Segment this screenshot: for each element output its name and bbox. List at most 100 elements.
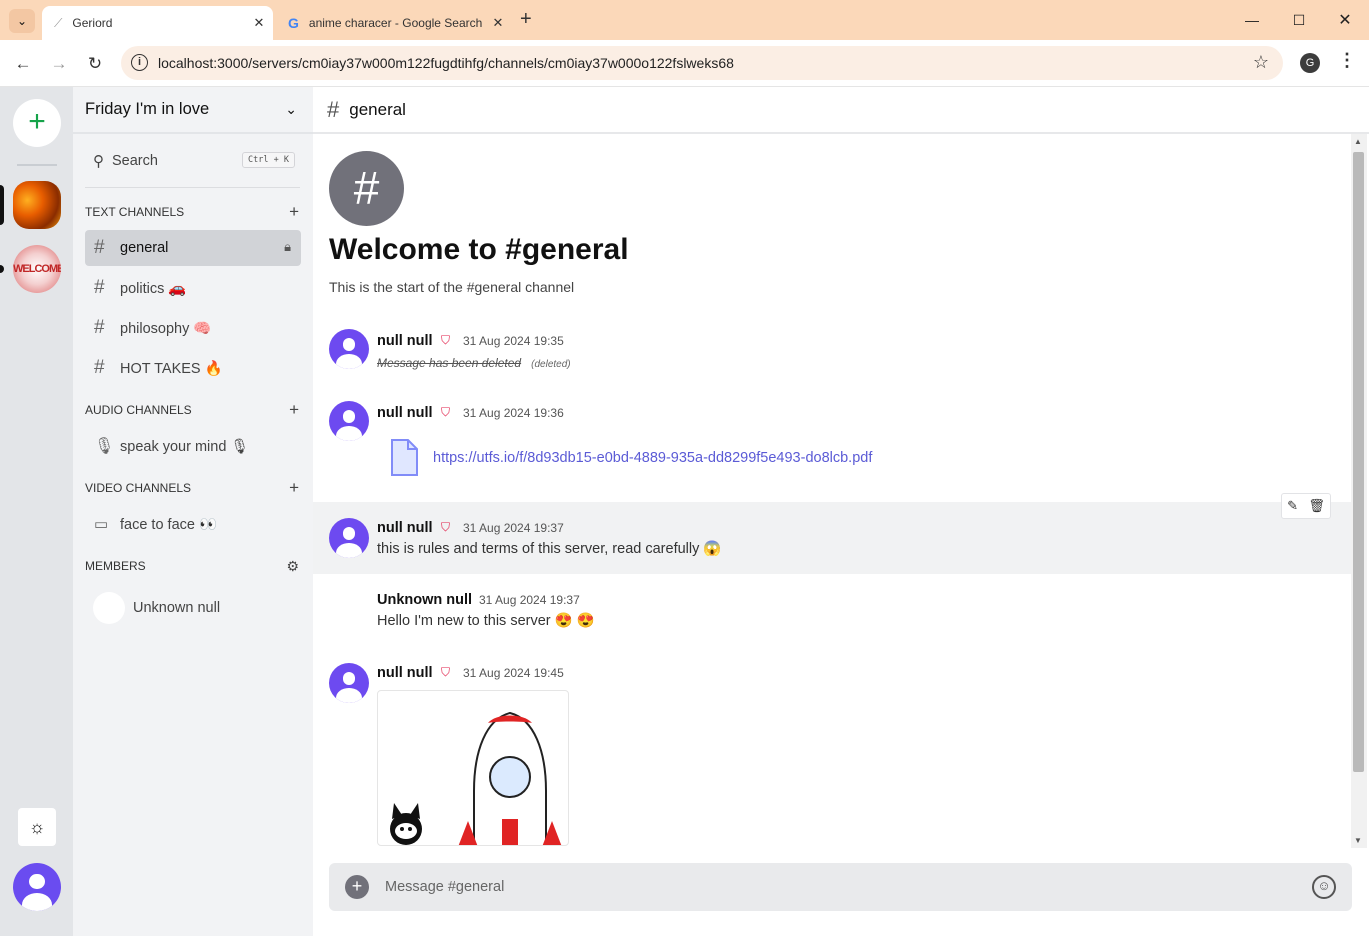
url-text: localhost:3000/servers/cm0iay37w000m122f… xyxy=(158,55,734,71)
server-rail: + WELCOME ☼ xyxy=(0,87,73,936)
scrollbar[interactable]: ▲ ▼ xyxy=(1351,134,1367,848)
scroll-down-icon[interactable]: ▼ xyxy=(1354,836,1362,845)
microphone-icon: 🎙︎ xyxy=(94,438,115,455)
welcome-title: Welcome to #general xyxy=(329,233,629,266)
theme-toggle-icon[interactable]: ☼ xyxy=(18,808,56,846)
scrollbar-thumb[interactable] xyxy=(1353,152,1364,772)
message[interactable]: Unknown null 31 Aug 2024 19:37 Hello I'm… xyxy=(313,592,1353,636)
server-icon-1[interactable] xyxy=(13,181,61,229)
message[interactable]: null null ⛉ 31 Aug 2024 19:37 this is ru… xyxy=(313,502,1353,574)
section-label: AUDIO CHANNELS xyxy=(85,403,192,417)
channel-general[interactable]: # general 🔒︎ xyxy=(85,230,301,266)
back-icon[interactable]: ← xyxy=(11,52,35,76)
tab-strip: ⌄ ⟋ Geriord ✕ G anime characer - Google … xyxy=(0,0,1369,40)
message-text: this is rules and terms of this server, … xyxy=(377,541,722,557)
search-icon: ⚲ xyxy=(93,153,104,170)
add-server-button[interactable]: + xyxy=(13,99,61,147)
add-channel-icon[interactable]: + xyxy=(289,202,299,222)
browser-menu-icon[interactable]: ⋮ xyxy=(1338,50,1356,71)
tab-favicon-icon: ⟋ xyxy=(54,15,63,30)
scroll-up-icon[interactable]: ▲ xyxy=(1354,137,1362,146)
close-tab-icon[interactable]: ✕ xyxy=(484,15,512,31)
author-name[interactable]: null null xyxy=(377,405,433,421)
channel-header: # general xyxy=(313,87,1369,134)
image-attachment[interactable] xyxy=(377,690,569,846)
tab-title: anime characer - Google Search xyxy=(308,16,483,30)
member-name: Unknown null xyxy=(133,600,221,616)
forward-icon[interactable]: → xyxy=(47,52,71,76)
channel-philosophy[interactable]: # philosophy 🧠 xyxy=(85,310,301,346)
server-icon-welcome[interactable]: WELCOME xyxy=(13,245,61,293)
section-text-channels: TEXT CHANNELS + xyxy=(85,202,301,222)
edit-icon[interactable]: ✎ xyxy=(1287,498,1298,514)
member-unknown-null[interactable]: Unknown null xyxy=(93,592,220,624)
timestamp: 31 Aug 2024 19:36 xyxy=(463,406,564,420)
server-unread-indicator xyxy=(0,265,4,273)
profile-avatar[interactable]: G xyxy=(1300,53,1320,73)
search-shortcut: Ctrl + K xyxy=(242,152,295,168)
hash-icon: # xyxy=(94,237,105,258)
channel-hot-takes[interactable]: # HOT TAKES 🔥 xyxy=(85,350,301,386)
server-header[interactable]: Friday I'm in love ⌄ xyxy=(73,87,313,134)
user-avatar[interactable] xyxy=(13,863,61,911)
add-channel-icon[interactable]: + xyxy=(289,478,299,498)
search-button[interactable]: ⚲ Search Ctrl + K xyxy=(85,147,300,175)
message-input[interactable] xyxy=(385,863,1285,911)
channel-speak-your-mind[interactable]: 🎙︎ speak your mind 🎙 xyxy=(85,428,301,464)
address-bar[interactable]: i localhost:3000/servers/cm0iay37w000m12… xyxy=(121,46,1283,80)
search-label: Search xyxy=(112,153,158,169)
tab-title: Geriord xyxy=(72,16,113,30)
author-avatar[interactable] xyxy=(329,518,369,558)
timestamp: 31 Aug 2024 19:37 xyxy=(479,593,580,607)
author-name[interactable]: null null xyxy=(377,520,433,536)
shield-icon: ⛉ xyxy=(441,520,451,534)
close-window-icon[interactable]: ✕ xyxy=(1322,0,1368,40)
bookmark-star-icon[interactable]: ☆ xyxy=(1253,52,1269,73)
author-name[interactable]: Unknown null xyxy=(377,592,472,608)
maximize-icon[interactable]: ☐ xyxy=(1276,0,1322,40)
tab-search-button[interactable]: ⌄ xyxy=(9,9,35,33)
browser-window: ⌄ ⟋ Geriord ✕ G anime characer - Google … xyxy=(0,0,1369,936)
author-avatar[interactable] xyxy=(329,329,369,369)
attach-plus-icon[interactable]: + xyxy=(345,875,369,899)
emoji-picker-icon[interactable]: ☺ xyxy=(1312,875,1336,899)
channel-face-to-face[interactable]: ▭ face to face 👀 xyxy=(85,506,301,542)
message[interactable]: null null ⛉ 31 Aug 2024 19:45 xyxy=(313,663,1353,703)
server-name: Friday I'm in love xyxy=(85,100,210,118)
new-tab-button[interactable]: + xyxy=(520,8,532,31)
site-info-icon[interactable]: i xyxy=(131,54,148,71)
trash-icon[interactable]: 🗑︎ xyxy=(1308,498,1325,514)
section-label: VIDEO CHANNELS xyxy=(85,481,192,495)
gear-icon[interactable]: ⚙ xyxy=(286,558,299,575)
attachment-link[interactable]: https://utfs.io/f/8d93db15-e0bd-4889-935… xyxy=(433,450,872,466)
author-name[interactable]: null null xyxy=(377,333,433,349)
channel-title: general xyxy=(349,99,406,119)
channel-label: politics 🚗 xyxy=(120,280,187,297)
channel-politics[interactable]: # politics 🚗 xyxy=(85,270,301,306)
message[interactable]: null null ⛉ 31 Aug 2024 19:35 Message ha… xyxy=(313,329,1353,381)
author-avatar[interactable] xyxy=(329,663,369,703)
message[interactable]: null null ⛉ 31 Aug 2024 19:36 xyxy=(313,401,1353,481)
author-name[interactable]: null null xyxy=(377,665,433,681)
message-text: Message has been deleted xyxy=(377,356,522,370)
divider xyxy=(85,187,300,188)
tab-google-search[interactable]: G anime characer - Google Search ✕ xyxy=(282,6,512,40)
reload-icon[interactable]: ↻ xyxy=(83,52,107,76)
section-audio-channels: AUDIO CHANNELS + xyxy=(85,400,301,420)
chevron-down-icon: ⌄ xyxy=(285,101,297,117)
hash-icon: # xyxy=(329,151,404,226)
google-icon: G xyxy=(288,15,299,31)
close-tab-icon[interactable]: ✕ xyxy=(245,15,273,31)
message-text: Hello I'm new to this server 😍 😍 xyxy=(377,613,595,629)
minimize-icon[interactable]: — xyxy=(1229,0,1275,40)
message-composer: + ☺ xyxy=(329,863,1352,911)
author-avatar[interactable] xyxy=(329,401,369,441)
hash-icon: # xyxy=(94,357,105,378)
add-channel-icon[interactable]: + xyxy=(289,400,299,420)
shield-icon: ⛉ xyxy=(441,665,451,679)
chat-area: # general # Welcome to #general This is … xyxy=(313,87,1369,936)
rail-divider xyxy=(17,164,57,166)
hash-icon: # xyxy=(327,96,340,122)
channel-label: general xyxy=(120,240,169,256)
tab-geriord[interactable]: ⟋ Geriord ✕ xyxy=(42,6,273,40)
